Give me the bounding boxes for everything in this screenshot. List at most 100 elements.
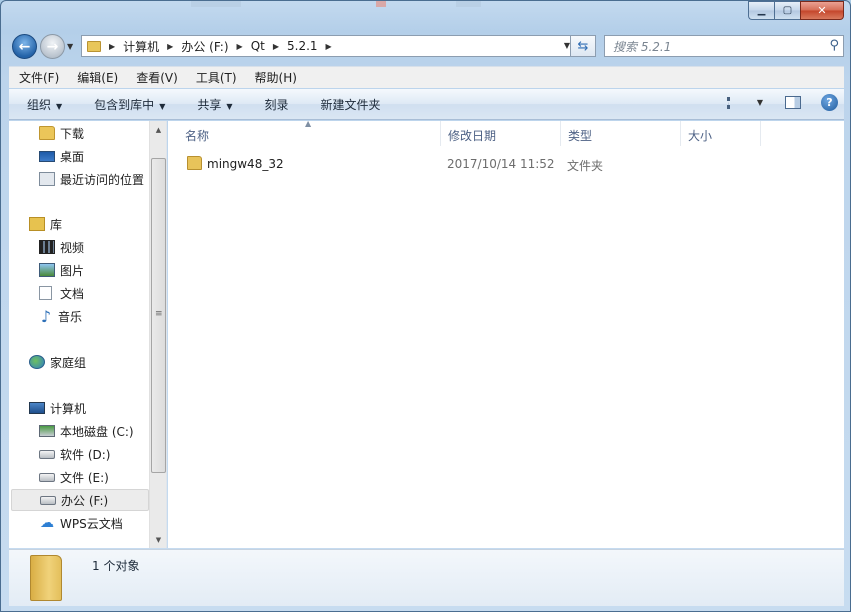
file-type: 文件夹 [567,159,604,173]
help-icon[interactable]: ? [821,94,838,111]
sidebar-item-label: 图片 [60,263,85,278]
music-icon: ♪ [40,306,52,326]
chevron-right-icon[interactable]: ▶ [326,42,332,51]
sidebar-item-label: 家庭组 [50,355,87,370]
chevron-right-icon[interactable]: ▶ [109,42,115,51]
desktop-icon [39,150,55,162]
scrollbar-thumb[interactable]: ≡ [151,158,166,473]
arrow-left-icon: ← [18,38,31,55]
refresh-icon: ⇆ [577,38,589,54]
preview-pane-icon[interactable] [785,96,801,109]
chevron-right-icon[interactable]: ▶ [273,42,279,51]
view-options-dropdown[interactable]: ▼ [757,98,763,107]
search-input[interactable]: 搜索 5.2.1 ⚲ [604,35,844,57]
breadcrumb-qt[interactable]: Qt [251,39,265,53]
video-icon [39,240,55,254]
sidebar-item-label: 桌面 [60,149,85,164]
back-button[interactable]: ← [12,34,37,59]
folder-icon [187,156,202,170]
chevron-down-icon: ▼ [56,101,63,111]
burn-button[interactable]: 刻录 [247,96,303,113]
computer-icon [29,402,45,414]
chevron-right-icon[interactable]: ▶ [167,42,173,51]
organize-button[interactable]: 组织 ▼ [9,96,76,113]
library-icon [29,217,45,231]
sidebar-item-label: 文件 (E:) [60,470,109,485]
navigation-bar: ← → ▼ ▶ 计算机 ▶ 办公 (F:) ▶ Qt ▶ 5.2.1 ▶ ▼ ⇆… [9,32,844,60]
close-button[interactable]: ✕ [800,1,844,20]
explorer-window: ▁ ▢ ✕ ← → ▼ ▶ 计算机 ▶ 办公 (F:) ▶ Qt ▶ 5.2.1… [0,0,851,612]
sidebar-item-computer[interactable]: 计算机 [29,397,169,419]
new-folder-button[interactable]: 新建文件夹 [303,96,395,113]
title-bar-decoration [376,1,386,7]
sidebar-item-label: 下载 [60,126,85,141]
include-in-library-button[interactable]: 包含到库中 ▼ [76,96,179,113]
menu-file[interactable]: 文件(F) [9,69,67,86]
sidebar-item-label: 视频 [60,240,85,255]
search-icon[interactable]: ⚲ [829,38,839,53]
command-bar: 组织 ▼ 包含到库中 ▼ 共享 ▼ 刻录 新建文件夹 ▼ ? [9,89,844,120]
folder-icon [39,126,55,140]
scroll-up-button[interactable]: ▲ [150,121,167,138]
file-name[interactable]: mingw48_32 [207,157,284,171]
refresh-button[interactable]: ⇆ [570,35,596,57]
sidebar-item-label: 库 [50,217,63,232]
column-header-row: ▲ 名称 修改日期 类型 大小 [168,119,844,146]
chevron-down-icon: ▼ [159,101,166,111]
view-controls: ▼ ? [726,94,838,111]
details-pane: 1 个对象 [9,549,844,606]
navigation-pane-scrollbar[interactable]: ▲ ≡ ▼ [149,121,166,548]
caption-buttons: ▁ ▢ ✕ [748,1,844,20]
maximize-button[interactable]: ▢ [774,1,800,20]
file-list-view[interactable]: ▲ 名称 修改日期 类型 大小 mingw48_32 2017/10/14 11… [168,119,844,548]
file-date-modified: 2017/10/14 11:52 [447,157,555,171]
breadcrumb-computer[interactable]: 计算机 [123,38,159,55]
share-label: 共享 [197,97,222,112]
menu-help[interactable]: 帮助(H) [245,69,305,86]
organize-label: 组织 [27,97,52,112]
picture-icon [39,263,55,277]
address-bar[interactable]: ▶ 计算机 ▶ 办公 (F:) ▶ Qt ▶ 5.2.1 ▶ ▼ [81,35,576,57]
menu-bar: 文件(F) 编辑(E) 查看(V) 工具(T) 帮助(H) [9,66,844,88]
column-type[interactable]: 类型 [561,121,681,146]
sidebar-item-label: 本地磁盘 (C:) [60,424,134,439]
sidebar-item-label: 办公 (F:) [61,493,109,508]
search-placeholder: 搜索 5.2.1 [613,39,672,54]
menu-edit[interactable]: 编辑(E) [67,69,126,86]
sidebar-item-label: 最近访问的位置 [60,172,145,187]
column-name[interactable]: 名称 [178,121,441,146]
sidebar-item-homegroup[interactable]: 家庭组 [29,351,169,373]
item-count: 1 个对象 [92,559,140,573]
grip-icon: ≡ [155,309,163,319]
sidebar-item-label: 音乐 [58,309,83,324]
column-date-modified[interactable]: 修改日期 [441,121,561,146]
sidebar-item-label: WPS云文档 [60,516,123,531]
menu-tools[interactable]: 工具(T) [186,69,245,86]
sidebar-item-drive-f[interactable]: 办公 (F:) [11,489,149,511]
drive-icon [39,449,55,459]
chevron-right-icon[interactable]: ▶ [237,42,243,51]
folder-icon [87,40,101,52]
breadcrumb-drive-f[interactable]: 办公 (F:) [181,38,228,55]
title-bar-decoration [191,1,241,7]
sidebar-item-label: 文档 [60,286,85,301]
forward-button[interactable]: → [40,34,65,59]
menu-view[interactable]: 查看(V) [126,69,186,86]
scroll-down-button[interactable]: ▼ [150,531,167,548]
sidebar-item-libraries[interactable]: 库 [29,213,169,235]
chevron-down-icon: ▼ [226,101,233,111]
title-bar-decoration [456,1,481,7]
column-size[interactable]: 大小 [681,121,761,146]
breadcrumb-version[interactable]: 5.2.1 [287,39,318,53]
share-button[interactable]: 共享 ▼ [179,96,246,113]
include-in-library-label: 包含到库中 [94,97,155,112]
sidebar-item-label: 软件 (D:) [60,447,111,462]
view-options-icon[interactable] [726,96,743,109]
table-row[interactable]: mingw48_32 2017/10/14 11:52 文件夹 [182,153,842,175]
arrow-right-icon: → [46,38,59,55]
minimize-button[interactable]: ▁ [748,1,774,20]
recent-places-icon [39,172,55,186]
drive-icon [40,495,56,505]
recent-pages-dropdown[interactable]: ▼ [67,42,73,51]
homegroup-icon [29,355,45,369]
